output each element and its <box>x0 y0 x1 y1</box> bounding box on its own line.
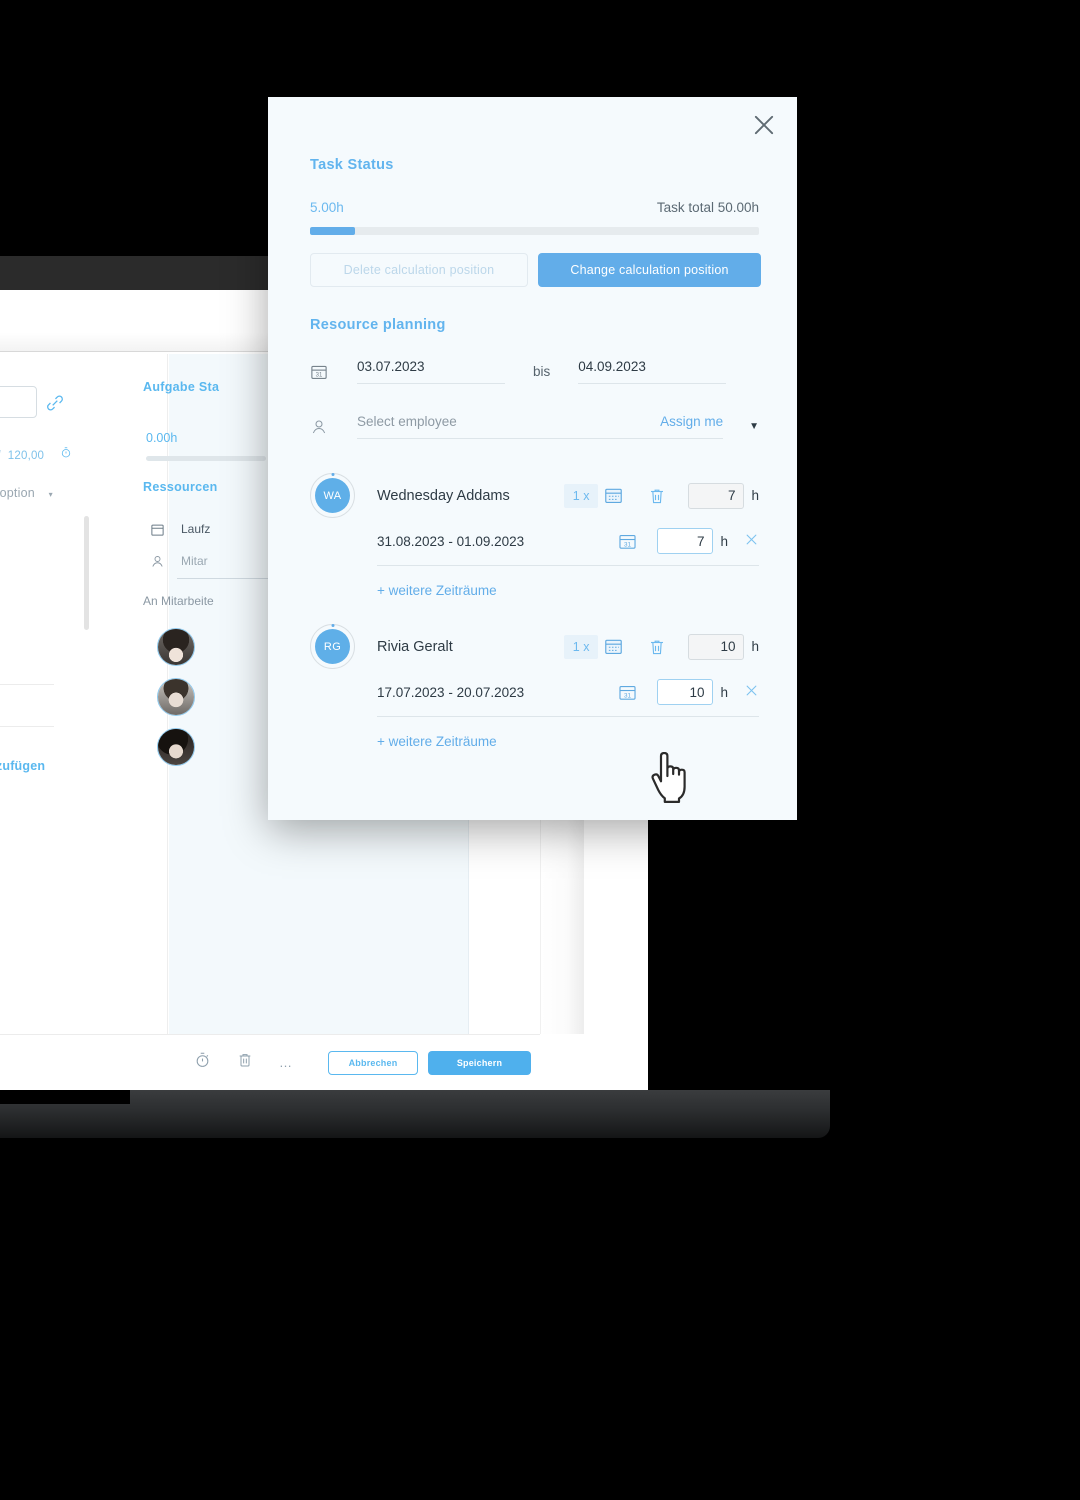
date-range-row: 31 03.07.2023 bis 04.09.2023 <box>310 359 759 384</box>
calendar-icon[interactable] <box>604 486 624 506</box>
close-icon[interactable] <box>748 109 780 141</box>
task-current-hours: 5.00h <box>310 200 344 215</box>
calendar-icon: 31 <box>310 363 328 381</box>
task-progress-bar <box>310 227 759 235</box>
scrollbar[interactable] <box>84 516 89 630</box>
date-from-field[interactable]: 03.07.2023 <box>357 359 505 384</box>
svg-text:31: 31 <box>624 692 632 699</box>
employee-placeholder: Select employee <box>357 414 457 429</box>
task-total-hours: Task total 50.00h <box>656 200 759 215</box>
background-paragraph: eiter undder <box>0 522 76 564</box>
stopwatch-icon[interactable] <box>60 447 72 462</box>
chevron-down-icon: ▾ <box>48 490 53 499</box>
period-hours-input[interactable]: 10 <box>657 679 714 705</box>
person-count-chip[interactable]: 1 x <box>563 634 599 659</box>
person-hours-unit: h <box>751 639 759 654</box>
trash-icon[interactable] <box>237 1051 253 1074</box>
pointing-hand-cursor <box>648 751 694 808</box>
background-employee-placeholder[interactable]: Mitar <box>181 554 208 568</box>
person-hours-input[interactable]: 10 <box>688 633 745 660</box>
background-text-input[interactable] <box>0 386 37 418</box>
task-status-modal: Task Status 5.00h Task total 50.00h Dele… <box>268 97 797 820</box>
avatar[interactable]: RG <box>310 624 355 669</box>
price-separator: / <box>0 450 1 462</box>
background-left-form: ▾ 100.00 / 120,00 Select option ▾ eiter … <box>0 354 168 1034</box>
person-header: Wednesday Addams 1 x 7 h <box>377 473 759 518</box>
svg-text:31: 31 <box>316 372 323 378</box>
background-runtime-label: Laufz <box>181 522 211 536</box>
period-range[interactable]: 17.07.2023 - 20.07.2023 <box>377 685 524 700</box>
close-icon[interactable] <box>744 532 759 551</box>
period-row: 31.08.2023 - 01.09.2023 31 7 h <box>377 528 759 566</box>
calendar-icon[interactable]: 31 <box>618 683 637 702</box>
employee-select-row: Select employee Assign me ▼ <box>310 414 759 439</box>
resource-person-row: RG Rivia Geralt 1 x 10 h 17.07.2023 - 20… <box>310 624 759 749</box>
background-task-hours: 0.00h <box>146 431 178 445</box>
price-second: 120,00 <box>7 450 45 462</box>
calendar-icon[interactable]: 31 <box>618 532 637 551</box>
period-range[interactable]: 31.08.2023 - 01.09.2023 <box>377 534 524 549</box>
person-icon <box>310 418 328 436</box>
date-between-label: bis <box>533 364 551 379</box>
calendar-icon <box>150 522 165 542</box>
avatar[interactable]: WA <box>310 473 355 518</box>
save-button[interactable]: Speichern <box>428 1050 531 1075</box>
divider <box>0 684 54 685</box>
background-select[interactable]: Select option ▾ <box>0 486 53 500</box>
avatar-initials: RG <box>315 629 350 664</box>
person-count-chip[interactable]: 1 x <box>563 483 599 508</box>
link-icon[interactable] <box>44 392 66 419</box>
period-hours-input[interactable]: 7 <box>657 528 714 554</box>
avatar[interactable] <box>157 678 195 716</box>
task-status-row: 5.00h Task total 50.00h <box>310 200 759 215</box>
assign-me-link[interactable]: Assign me <box>660 414 723 429</box>
avatar-initials: WA <box>315 478 350 513</box>
avatar[interactable] <box>157 728 195 766</box>
person-icon <box>150 554 165 574</box>
background-add-link[interactable]: + Hinzufügen <box>0 759 45 773</box>
close-icon[interactable] <box>744 683 759 702</box>
change-calculation-position-button[interactable]: Change calculation position <box>538 253 761 287</box>
task-progress-fill <box>310 227 355 235</box>
resource-person-row: WA Wednesday Addams 1 x 7 h 31.08.2023 -… <box>310 473 759 598</box>
trash-icon[interactable] <box>648 486 666 506</box>
background-resource-title: Ressourcen <box>143 480 218 494</box>
add-period-link[interactable]: + weitere Zeiträume <box>377 583 759 598</box>
resource-planning-title: Resource planning <box>310 317 446 333</box>
background-assigned-label: An Mitarbeite <box>143 594 214 608</box>
background-action-bar: … Abbrechen Speichern <box>0 1034 540 1090</box>
svg-text:31: 31 <box>624 541 632 548</box>
person-name: Wednesday Addams <box>377 487 510 504</box>
person-hours-unit: h <box>751 488 759 503</box>
period-hours-unit: h <box>720 533 728 549</box>
screenshot-root: ▾ 100.00 / 120,00 Select option ▾ eiter … <box>0 0 1080 1500</box>
background-task-status-title: Aufgabe Sta <box>143 380 220 394</box>
person-header: Rivia Geralt 1 x 10 h <box>377 624 759 669</box>
person-hours-input[interactable]: 7 <box>688 482 745 509</box>
background-select-label: Select option <box>0 486 35 500</box>
person-name: Rivia Geralt <box>377 638 453 655</box>
chevron-down-icon[interactable]: ▼ <box>749 421 759 432</box>
laptop-bezel-notch <box>0 1090 130 1104</box>
background-progress-bar <box>146 456 266 461</box>
period-hours-unit: h <box>720 684 728 700</box>
divider <box>0 726 54 727</box>
employee-select-field[interactable]: Select employee Assign me <box>357 414 724 439</box>
trash-icon[interactable] <box>648 637 666 657</box>
delete-calculation-position-button[interactable]: Delete calculation position <box>310 253 528 287</box>
task-status-title: Task Status <box>310 157 394 173</box>
date-to-field[interactable]: 04.09.2023 <box>578 359 727 384</box>
avatar[interactable] <box>157 628 195 666</box>
calculation-buttons: Delete calculation position Change calcu… <box>310 253 761 287</box>
ellipsis-icon[interactable]: … <box>279 1055 294 1070</box>
calendar-icon[interactable] <box>604 637 624 657</box>
period-row: 17.07.2023 - 20.07.2023 31 10 h <box>377 679 759 717</box>
cancel-button[interactable]: Abbrechen <box>328 1050 418 1075</box>
stopwatch-icon[interactable] <box>194 1051 211 1074</box>
add-period-link[interactable]: + weitere Zeiträume <box>377 734 759 749</box>
background-price-row: ▾ 100.00 / 120,00 <box>0 446 130 462</box>
